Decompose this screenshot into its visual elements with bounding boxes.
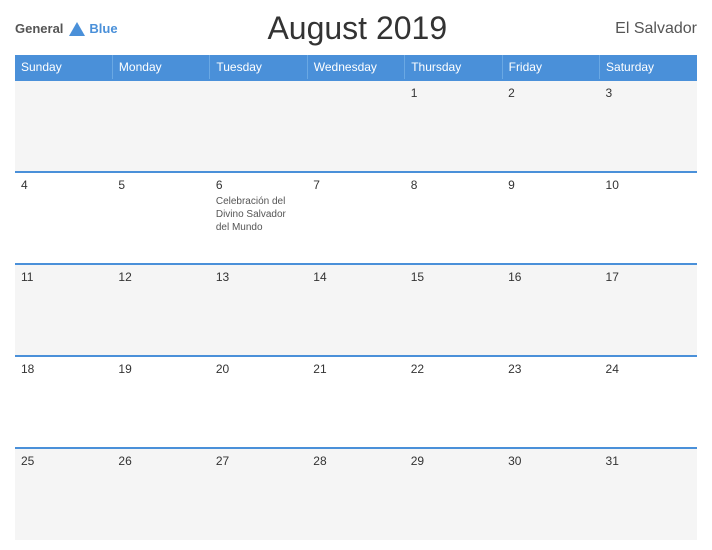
- day-number: 19: [118, 362, 203, 376]
- day-number: 3: [606, 86, 691, 100]
- calendar-day-cell: 18: [15, 356, 112, 448]
- logo-general: General: [15, 21, 63, 36]
- day-number: 26: [118, 454, 203, 468]
- day-of-week-header: Tuesday: [210, 55, 307, 80]
- day-of-week-header: Friday: [502, 55, 599, 80]
- day-number: 30: [508, 454, 593, 468]
- calendar-day-cell: 22: [405, 356, 502, 448]
- calendar-day-cell: 23: [502, 356, 599, 448]
- calendar-day-cell: 29: [405, 448, 502, 540]
- day-number: 10: [606, 178, 691, 192]
- logo-triangle-icon: [69, 22, 85, 36]
- calendar-day-cell: 6 Celebración del Divino Salvador del Mun…: [210, 172, 307, 264]
- day-number: 23: [508, 362, 593, 376]
- day-number: 27: [216, 454, 301, 468]
- calendar-day-cell: 7: [307, 172, 404, 264]
- calendar-day-cell: 30: [502, 448, 599, 540]
- day-of-week-header: Monday: [112, 55, 209, 80]
- calendar-week-row: 25 26 27 28 29 30 31: [15, 448, 697, 540]
- calendar-day-cell: 8: [405, 172, 502, 264]
- calendar-day-cell: 26: [112, 448, 209, 540]
- day-number: 7: [313, 178, 398, 192]
- day-number: 16: [508, 270, 593, 284]
- calendar-day-cell: 3: [600, 80, 697, 172]
- page-header: General Blue August 2019 El Salvador: [15, 10, 697, 47]
- calendar-week-row: 123: [15, 80, 697, 172]
- day-number: 28: [313, 454, 398, 468]
- calendar-day-cell: [307, 80, 404, 172]
- calendar-day-cell: 17: [600, 264, 697, 356]
- day-of-week-header: Sunday: [15, 55, 112, 80]
- calendar-week-row: 11 12 13 14 15 16 17: [15, 264, 697, 356]
- day-number: 31: [606, 454, 691, 468]
- day-number: 22: [411, 362, 496, 376]
- calendar-day-cell: [112, 80, 209, 172]
- calendar-day-cell: 19: [112, 356, 209, 448]
- calendar-day-cell: 13: [210, 264, 307, 356]
- calendar-day-cell: 10: [600, 172, 697, 264]
- calendar-week-row: 456 Celebración del Divino Salvador del M…: [15, 172, 697, 264]
- day-number: 21: [313, 362, 398, 376]
- calendar-day-cell: 11: [15, 264, 112, 356]
- day-number: 13: [216, 270, 301, 284]
- calendar-day-cell: 25: [15, 448, 112, 540]
- calendar-day-cell: 5: [112, 172, 209, 264]
- calendar-day-cell: 9: [502, 172, 599, 264]
- day-number: 1: [411, 86, 496, 100]
- calendar-day-cell: 2: [502, 80, 599, 172]
- calendar-week-row: 18 19 20 21 22 23 24: [15, 356, 697, 448]
- calendar-day-cell: [210, 80, 307, 172]
- day-number: 8: [411, 178, 496, 192]
- calendar-day-cell: 15: [405, 264, 502, 356]
- day-number: 24: [606, 362, 691, 376]
- calendar-day-cell: 20: [210, 356, 307, 448]
- logo: General Blue: [15, 21, 118, 36]
- day-number: 18: [21, 362, 106, 376]
- day-number: 9: [508, 178, 593, 192]
- calendar-day-cell: 28: [307, 448, 404, 540]
- calendar-event: Celebración del Divino Salvador del Mund…: [216, 195, 301, 234]
- day-number: 17: [606, 270, 691, 284]
- day-number: 6: [216, 178, 301, 192]
- calendar-title: August 2019: [118, 10, 597, 47]
- calendar-day-cell: 1: [405, 80, 502, 172]
- day-number: 2: [508, 86, 593, 100]
- day-number: 11: [21, 270, 106, 284]
- day-number: 4: [21, 178, 106, 192]
- day-of-week-header: Saturday: [600, 55, 697, 80]
- day-of-week-header: Wednesday: [307, 55, 404, 80]
- calendar-day-cell: 16: [502, 264, 599, 356]
- calendar-day-cell: 4: [15, 172, 112, 264]
- day-number: 29: [411, 454, 496, 468]
- day-number: 25: [21, 454, 106, 468]
- calendar-day-cell: 31: [600, 448, 697, 540]
- logo-blue: Blue: [89, 21, 117, 36]
- day-of-week-header: Thursday: [405, 55, 502, 80]
- days-of-week-row: SundayMondayTuesdayWednesdayThursdayFrid…: [15, 55, 697, 80]
- day-number: 14: [313, 270, 398, 284]
- day-number: 15: [411, 270, 496, 284]
- calendar-day-cell: 27: [210, 448, 307, 540]
- calendar-day-cell: 24: [600, 356, 697, 448]
- day-number: 5: [118, 178, 203, 192]
- calendar-day-cell: 12: [112, 264, 209, 356]
- day-number: 12: [118, 270, 203, 284]
- calendar-day-cell: 21: [307, 356, 404, 448]
- calendar-day-cell: [15, 80, 112, 172]
- country-label: El Salvador: [597, 20, 697, 38]
- calendar-table: SundayMondayTuesdayWednesdayThursdayFrid…: [15, 55, 697, 540]
- day-number: 20: [216, 362, 301, 376]
- calendar-day-cell: 14: [307, 264, 404, 356]
